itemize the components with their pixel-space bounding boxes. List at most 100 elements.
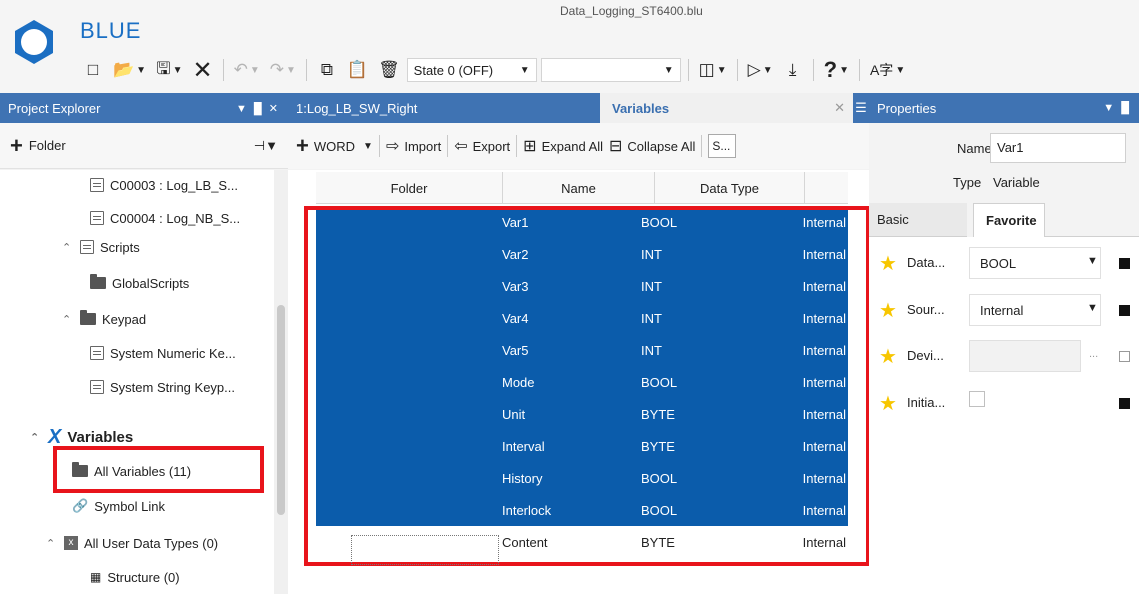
source-select[interactable]: Internal: [969, 294, 1101, 326]
expand-all-label: Expand All: [541, 138, 604, 154]
tree-item-variables[interactable]: ⌃ X Variables: [30, 426, 133, 448]
save-icon[interactable]: 🖫 ▼: [153, 57, 185, 83]
main-toolbar: □ 📂 ▼ 🖫 ▼ ✕ ↶ ▼ ↷ ▼ ⧉ 📋 🗑 State 0 (OFF) ▼ ▼ …: [80, 56, 908, 84]
paste-icon[interactable]: 📋: [344, 57, 371, 83]
new-file-icon[interactable]: □: [80, 57, 106, 83]
download-icon[interactable]: ⤓: [780, 57, 806, 83]
title-bar: BLUE Data_Logging_ST6400.blu □ 📂 ▼ 🖫 ▼ ✕ ↶…: [0, 0, 1139, 93]
tree-item-c00003[interactable]: C00003 : Log_LB_S...: [90, 174, 238, 196]
tree-item-system-string-keypad[interactable]: System String Keyp...: [90, 376, 235, 398]
field-source: ★ Sour... Internal ▼: [879, 294, 1139, 326]
document-title: Data_Logging_ST6400.blu: [560, 4, 703, 18]
pin-icon[interactable]: ⊣▼: [254, 138, 278, 154]
tree-item-globalscripts[interactable]: GlobalScripts: [90, 272, 189, 294]
structure-icon: ▦: [90, 570, 102, 584]
toolbar-separator: [222, 59, 224, 81]
import-button[interactable]: ⇨ Import: [386, 136, 441, 156]
tab-variables[interactable]: Variables ✕: [600, 93, 853, 123]
field-label: Initia...: [907, 395, 946, 410]
type-label: Type: [953, 175, 982, 190]
column-header-folder[interactable]: Folder: [316, 172, 503, 204]
chevron-down-icon: ▼: [663, 64, 674, 76]
project-tree-scrollbar[interactable]: [274, 170, 288, 594]
tab-overflow-icon[interactable]: ☰: [853, 93, 869, 123]
add-folder-button[interactable]: + Folder: [10, 134, 66, 157]
square-marker-icon[interactable]: [1119, 258, 1130, 269]
tree-item-system-numeric-keypad[interactable]: System Numeric Ke...: [90, 342, 236, 364]
expand-all-button[interactable]: ⊞ Expand All: [523, 136, 603, 156]
tree-item-c00004[interactable]: C00004 : Log_NB_S...: [90, 207, 240, 229]
column-header-data-type[interactable]: Data Type: [655, 172, 805, 204]
column-header-source[interactable]: [805, 172, 848, 204]
undo-icon[interactable]: ↶ ▼: [231, 57, 263, 83]
square-marker-icon[interactable]: [1119, 351, 1130, 362]
copy-icon[interactable]: ⧉: [314, 57, 340, 83]
chevron-up-icon[interactable]: ⌃: [46, 537, 58, 550]
star-icon[interactable]: ★: [879, 251, 897, 276]
export-button[interactable]: ⇦ Export: [454, 136, 510, 156]
star-icon[interactable]: ★: [879, 344, 897, 369]
add-word-button[interactable]: + WORD: [296, 135, 355, 157]
collapse-all-label: Collapse All: [627, 138, 696, 154]
square-marker-icon[interactable]: [1119, 398, 1130, 409]
field-data-type: ★ Data... BOOL ▼: [879, 247, 1139, 279]
tree-item-label: Scripts: [100, 239, 140, 255]
toolbar-separator: [516, 135, 518, 157]
secondary-select[interactable]: ▼: [540, 58, 681, 82]
scroll-thumb[interactable]: [277, 305, 285, 515]
tree-item-structure[interactable]: ▦ Structure (0): [90, 566, 180, 588]
toolbar-separator: [378, 135, 380, 157]
delete-icon[interactable]: 🗑: [375, 57, 403, 83]
properties-title: Properties: [877, 100, 937, 116]
browse-icon[interactable]: ...: [1089, 348, 1098, 360]
chevron-down-icon[interactable]: ▼: [1087, 255, 1098, 267]
run-icon[interactable]: ▷ ▼: [745, 57, 776, 83]
tree-item-symbol-link[interactable]: 🔗 Symbol Link: [72, 495, 165, 517]
tab-log-lb-sw-right[interactable]: 1:Log_LB_SW_Right: [288, 93, 600, 123]
close-icon[interactable]: ✕: [834, 100, 845, 116]
star-icon[interactable]: ★: [879, 391, 897, 416]
search-input[interactable]: S...: [708, 134, 737, 158]
language-icon[interactable]: A字 ▼: [867, 57, 908, 83]
field-device: ★ Devi... ...: [879, 340, 1139, 372]
state-select[interactable]: State 0 (OFF) ▼: [406, 58, 537, 82]
data-type-select[interactable]: BOOL: [969, 247, 1101, 279]
star-icon[interactable]: ★: [879, 298, 897, 323]
project-explorer-header: Project Explorer ▼ █ ✕: [0, 93, 288, 123]
tree-item-keypad[interactable]: ⌃ Keypad: [62, 308, 146, 330]
collapse-all-icon: ⊟: [609, 138, 623, 155]
state-select-value: State 0 (OFF): [413, 62, 494, 78]
initial-value-checkbox[interactable]: [969, 391, 985, 407]
tab-label: Variables: [612, 100, 670, 116]
open-file-icon[interactable]: 📂 ▼: [110, 57, 149, 83]
tree-item-all-user-data-types[interactable]: ⌃ x All User Data Types (0): [46, 532, 218, 554]
redo-icon[interactable]: ↷ ▼: [267, 57, 299, 83]
column-header-name[interactable]: Name: [503, 172, 655, 204]
tab-label: 1:Log_LB_SW_Right: [296, 100, 418, 116]
close-project-icon[interactable]: ✕: [189, 57, 215, 84]
tree-item-scripts[interactable]: ⌃ Scripts: [62, 236, 140, 258]
toolbar-separator: [687, 59, 689, 81]
document-icon: [90, 346, 104, 360]
chevron-down-icon[interactable]: ▼: [1087, 302, 1098, 314]
collapse-all-button[interactable]: ⊟ Collapse All: [609, 136, 695, 156]
device-input[interactable]: [969, 340, 1081, 372]
tab-basic[interactable]: Basic: [869, 203, 967, 237]
chevron-down-icon: ▼: [519, 64, 530, 76]
panel-pin-icons[interactable]: ▼ █: [1103, 102, 1131, 114]
name-input[interactable]: Var1: [990, 133, 1126, 163]
help-icon[interactable]: ? ▼: [821, 57, 852, 83]
plus-icon: +: [296, 133, 309, 158]
chevron-up-icon[interactable]: ⌃: [62, 241, 74, 254]
link-icon: 🔗: [72, 498, 89, 513]
chevron-up-icon[interactable]: ⌃: [30, 431, 42, 444]
tab-label: Basic: [877, 212, 909, 227]
chevron-up-icon[interactable]: ⌃: [62, 313, 74, 326]
panel-pin-close-icons[interactable]: ▼ █ ✕: [236, 102, 280, 115]
document-tab-bar: 1:Log_LB_SW_Right Variables ✕ ☰: [288, 93, 869, 123]
word-type-dropdown[interactable]: ▼: [361, 141, 373, 152]
square-marker-icon[interactable]: [1119, 305, 1130, 316]
highlight-box-all-variables: [53, 446, 264, 493]
tab-favorite[interactable]: Favorite: [973, 203, 1045, 237]
layout-icon[interactable]: ◫ ▼: [696, 57, 730, 83]
